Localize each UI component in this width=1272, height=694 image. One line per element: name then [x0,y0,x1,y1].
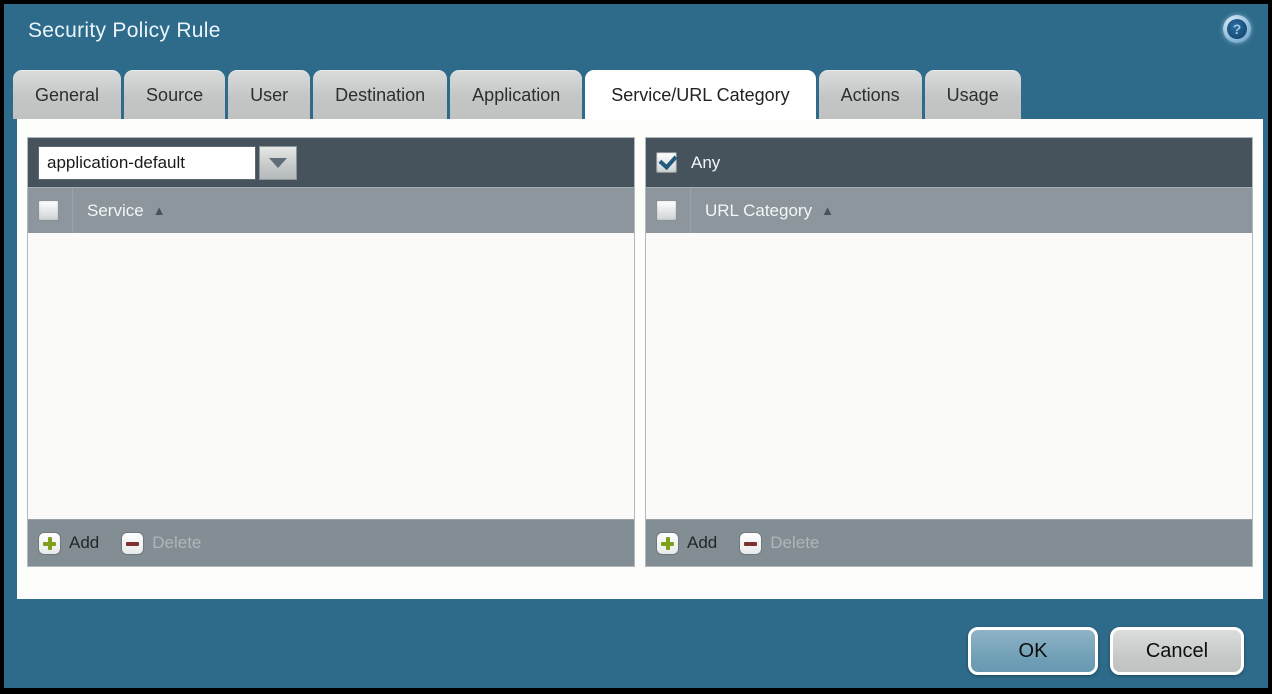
tab-destination[interactable]: Destination [313,70,447,119]
url-category-add-button[interactable]: Add [656,532,717,555]
service-table-body[interactable] [28,233,634,519]
url-category-panel-header: Any [646,138,1252,187]
any-checkbox[interactable] [656,152,677,173]
tab-user[interactable]: User [228,70,310,119]
column-divider [72,188,73,233]
tab-general[interactable]: General [13,70,121,119]
tab-usage[interactable]: Usage [925,70,1021,119]
help-icon: ? [1227,19,1247,39]
service-panel-toolbar: Add Delete [28,519,634,566]
any-label: Any [691,153,720,173]
chevron-down-icon [269,158,287,168]
service-delete-button[interactable]: Delete [121,532,201,555]
tab-source[interactable]: Source [124,70,225,119]
url-category-panel-toolbar: Add Delete [646,519,1252,566]
service-column-label: Service [87,201,144,221]
service-select-all-checkbox[interactable] [38,200,59,221]
sort-ascending-icon[interactable]: ▲ [821,203,834,218]
tab-application[interactable]: Application [450,70,582,119]
url-category-select-all-checkbox[interactable] [656,200,677,221]
service-add-button[interactable]: Add [38,532,99,555]
tab-service-url-category[interactable]: Service/URL Category [585,70,815,119]
url-category-column-label: URL Category [705,201,812,221]
minus-icon [739,532,762,555]
service-dropdown-input[interactable] [38,146,256,180]
tab-bar: General Source User Destination Applicat… [13,70,1021,119]
service-dropdown-button[interactable] [259,146,297,180]
service-panel-header [28,138,634,187]
plus-icon [656,532,679,555]
help-button[interactable]: ? [1223,15,1251,43]
plus-icon [38,532,61,555]
ok-button[interactable]: OK [968,627,1098,675]
security-policy-rule-dialog: Security Policy Rule ? General Source Us… [0,0,1272,694]
service-column-header-row: Service ▲ [28,187,634,233]
column-divider [690,188,691,233]
sort-ascending-icon[interactable]: ▲ [153,203,166,218]
url-category-table-body[interactable] [646,233,1252,519]
cancel-button[interactable]: Cancel [1110,627,1244,675]
minus-icon [121,532,144,555]
service-panel: Service ▲ Add Delete [27,137,635,567]
url-category-column-header-row: URL Category ▲ [646,187,1252,233]
url-category-delete-button[interactable]: Delete [739,532,819,555]
tab-content-service-url-category: Service ▲ Add Delete Any [17,119,1263,599]
dialog-title: Security Policy Rule [28,19,221,43]
url-category-panel: Any URL Category ▲ Add Delete [645,137,1253,567]
tab-actions[interactable]: Actions [819,70,922,119]
